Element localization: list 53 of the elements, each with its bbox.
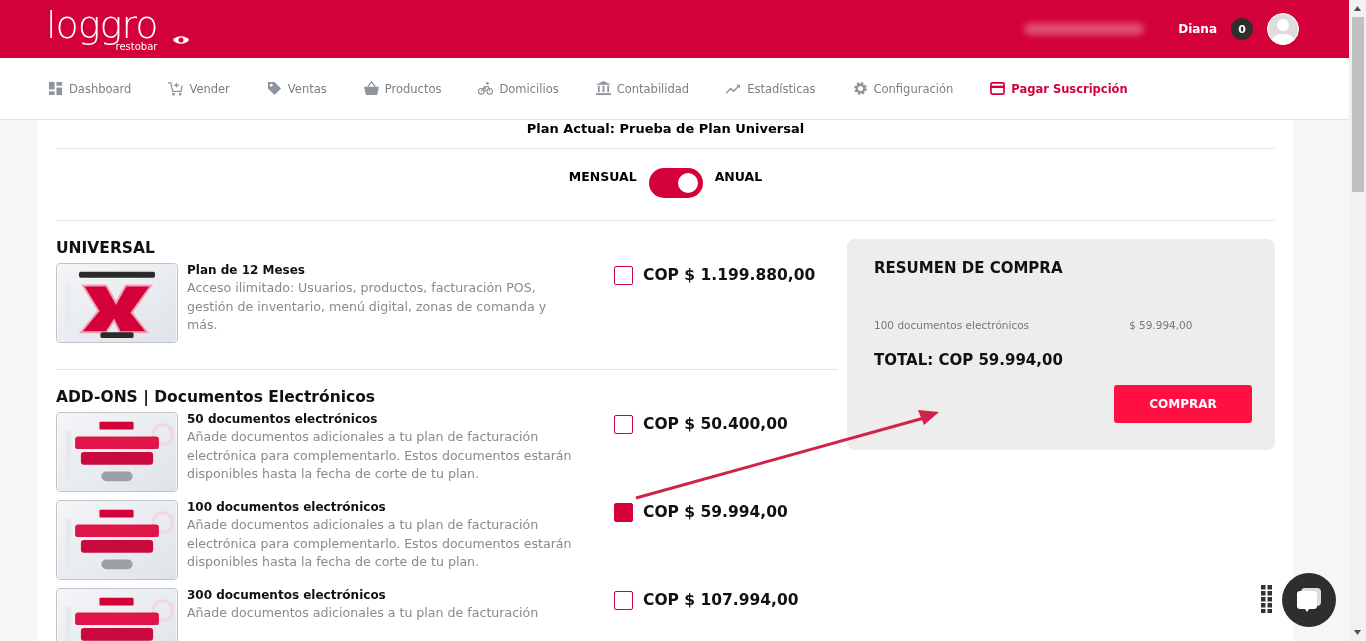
buy-button[interactable]: COMPRAR [1114,385,1252,423]
user-name[interactable]: Diana [1178,22,1217,36]
settings-icon [852,81,868,96]
nav-tab[interactable]: Pagar Suscripción [1011,81,1128,96]
price: COP $ 50.400,00 [643,415,788,433]
product-description: Acceso ilimitado: Usuarios, productos, facturación POS, gestión de inventario, menú digital, zonas de comanda y más. [187,279,548,334]
product-description: Añade documentos adicionales a tu plan de facturación electrónica para complementarlo. Estos documentos estarán disponibles hasta la fecha de corte de tu plan. [187,428,573,483]
dashboard-icon [48,81,63,96]
billing-toggle[interactable] [648,168,703,198]
nav-tab[interactable]: Dashboard [69,81,132,96]
cart-icon [168,81,184,96]
nav-tab[interactable]: Configuración [873,81,954,96]
nav-tab[interactable]: Estadísticas [747,81,816,96]
notification-badge[interactable]: 0 [1231,18,1253,40]
grip-icon[interactable] [1261,585,1273,613]
price: COP $ 107.994,00 [643,591,799,609]
checkbox[interactable] [614,502,633,522]
product-title: 300 documentos electrónicos [187,588,387,602]
product-description: Añade documentos adicionales a tu plan de facturación electrónica para complementarlo. Estos documentos estarán disponibles hasta la fecha de corte de tu plan. [187,516,573,571]
product-title: Plan de 12 Meses [187,263,306,277]
price: COP $ 59.994,00 [643,503,788,521]
annual-label: ANUAL [714,169,763,184]
section-heading: UNIVERSAL [56,239,156,257]
chat-button[interactable] [1282,573,1336,627]
brand-logo: loggro [46,6,158,44]
price: COP $ 1.199.880,00 [643,266,816,284]
summary-title: RESUMEN DE COMPRA [874,259,1064,277]
monthly-label: MENSUAL [568,169,637,184]
summary-total: TOTAL: COP 59.994,00 [874,351,1064,369]
checkbox[interactable] [614,265,633,285]
product-description: Añade documentos adicionales a tu plan de facturación [187,604,540,622]
nav-tab[interactable]: Domicilios [499,81,559,96]
checkbox[interactable] [614,590,633,610]
nav-tab[interactable]: Ventas [287,81,327,96]
card-icon [990,81,1006,96]
avatar-icon[interactable] [1267,13,1299,45]
chat-icon [1295,586,1323,614]
scrollbar-thumb[interactable] [1351,17,1364,192]
product-title: 50 documentos electrónicos [187,412,379,426]
summary-amount: $ 59.994,00 [1129,319,1193,331]
basket-icon [363,81,379,96]
nav-tab[interactable]: Vender [189,81,230,96]
nav-tab[interactable]: Productos [384,81,442,96]
current-plan-title: Plan Actual: Prueba de Plan Universal [525,121,806,138]
bank-icon [595,81,611,96]
summary-item: 100 documentos electrónicos [874,319,1031,331]
nav-tab[interactable]: Contabilidad [616,81,690,96]
product-title: 100 documentos electrónicos [187,500,387,514]
bicycle-icon [478,81,494,96]
eye-icon[interactable] [173,35,190,45]
section-heading: ADD-ONS | Documentos Electrónicos [56,388,377,406]
tag-icon [266,81,282,96]
checkbox[interactable] [614,414,633,434]
